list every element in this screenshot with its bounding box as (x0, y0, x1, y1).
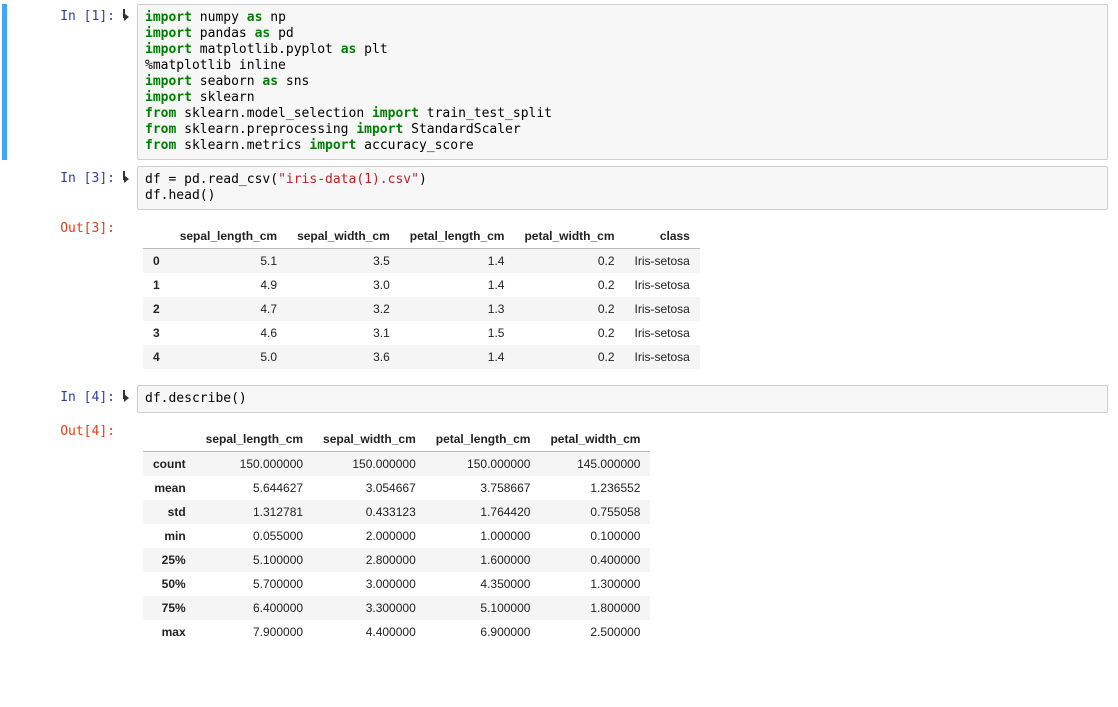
in-prompt: In [3]: (30, 166, 123, 210)
code-cell-4[interactable]: In [4]: df.describe() (30, 385, 1108, 413)
run-icon (124, 394, 129, 402)
run-cell-button[interactable] (123, 385, 137, 413)
column-header: sepal_width_cm (313, 427, 426, 452)
dataframe-table: sepal_length_cmsepal_width_cmpetal_lengt… (143, 224, 700, 369)
output-cell-3: Out[3]: sepal_length_cmsepal_width_cmpet… (30, 216, 1108, 379)
column-header (143, 224, 170, 249)
column-header: petal_length_cm (400, 224, 515, 249)
run-icon (124, 13, 129, 21)
run-cell-button[interactable] (123, 4, 137, 160)
table-row: 50%5.7000003.0000004.3500001.300000 (143, 572, 650, 596)
in-prompt: In [1]: (30, 4, 123, 160)
column-header: petal_width_cm (540, 427, 650, 452)
column-header: petal_width_cm (514, 224, 624, 249)
out-prompt: Out[4]: (30, 419, 123, 654)
table-row: 05.13.51.40.2Iris-setosa (143, 249, 700, 274)
in-prompt: In [4]: (30, 385, 123, 413)
run-icon (124, 175, 129, 183)
column-header: sepal_width_cm (287, 224, 400, 249)
table-row: min0.0550002.0000001.0000000.100000 (143, 524, 650, 548)
table-row: 24.73.21.30.2Iris-setosa (143, 297, 700, 321)
column-header: petal_length_cm (426, 427, 541, 452)
table-row: 75%6.4000003.3000005.1000001.800000 (143, 596, 650, 620)
column-header: sepal_length_cm (196, 427, 313, 452)
run-cell-button[interactable] (123, 166, 137, 210)
column-header: class (625, 224, 700, 249)
code-input-area[interactable]: df = pd.read_csv("iris-data(1).csv") df.… (137, 166, 1108, 210)
table-row: 45.03.61.40.2Iris-setosa (143, 345, 700, 369)
table-row: count150.000000150.000000150.000000145.0… (143, 452, 650, 477)
notebook-container: In [1]: import numpy as np import pandas… (0, 0, 1118, 690)
table-row: max7.9000004.4000006.9000002.500000 (143, 620, 650, 644)
code-input-area[interactable]: import numpy as np import pandas as pd i… (137, 4, 1108, 160)
table-row: 14.93.01.40.2Iris-setosa (143, 273, 700, 297)
code-input-area[interactable]: df.describe() (137, 385, 1108, 413)
table-row: std1.3127810.4331231.7644200.755058 (143, 500, 650, 524)
code-cell-1[interactable]: In [1]: import numpy as np import pandas… (30, 4, 1108, 160)
code-cell-3[interactable]: In [3]: df = pd.read_csv("iris-data(1).c… (30, 166, 1108, 210)
table-row: mean5.6446273.0546673.7586671.236552 (143, 476, 650, 500)
table-row: 25%5.1000002.8000001.6000000.400000 (143, 548, 650, 572)
dataframe-table: sepal_length_cmsepal_width_cmpetal_lengt… (143, 427, 650, 644)
column-header: sepal_length_cm (170, 224, 287, 249)
out-prompt: Out[3]: (30, 216, 123, 379)
table-row: 34.63.11.50.2Iris-setosa (143, 321, 700, 345)
column-header (143, 427, 196, 452)
output-cell-4: Out[4]: sepal_length_cmsepal_width_cmpet… (30, 419, 1108, 654)
